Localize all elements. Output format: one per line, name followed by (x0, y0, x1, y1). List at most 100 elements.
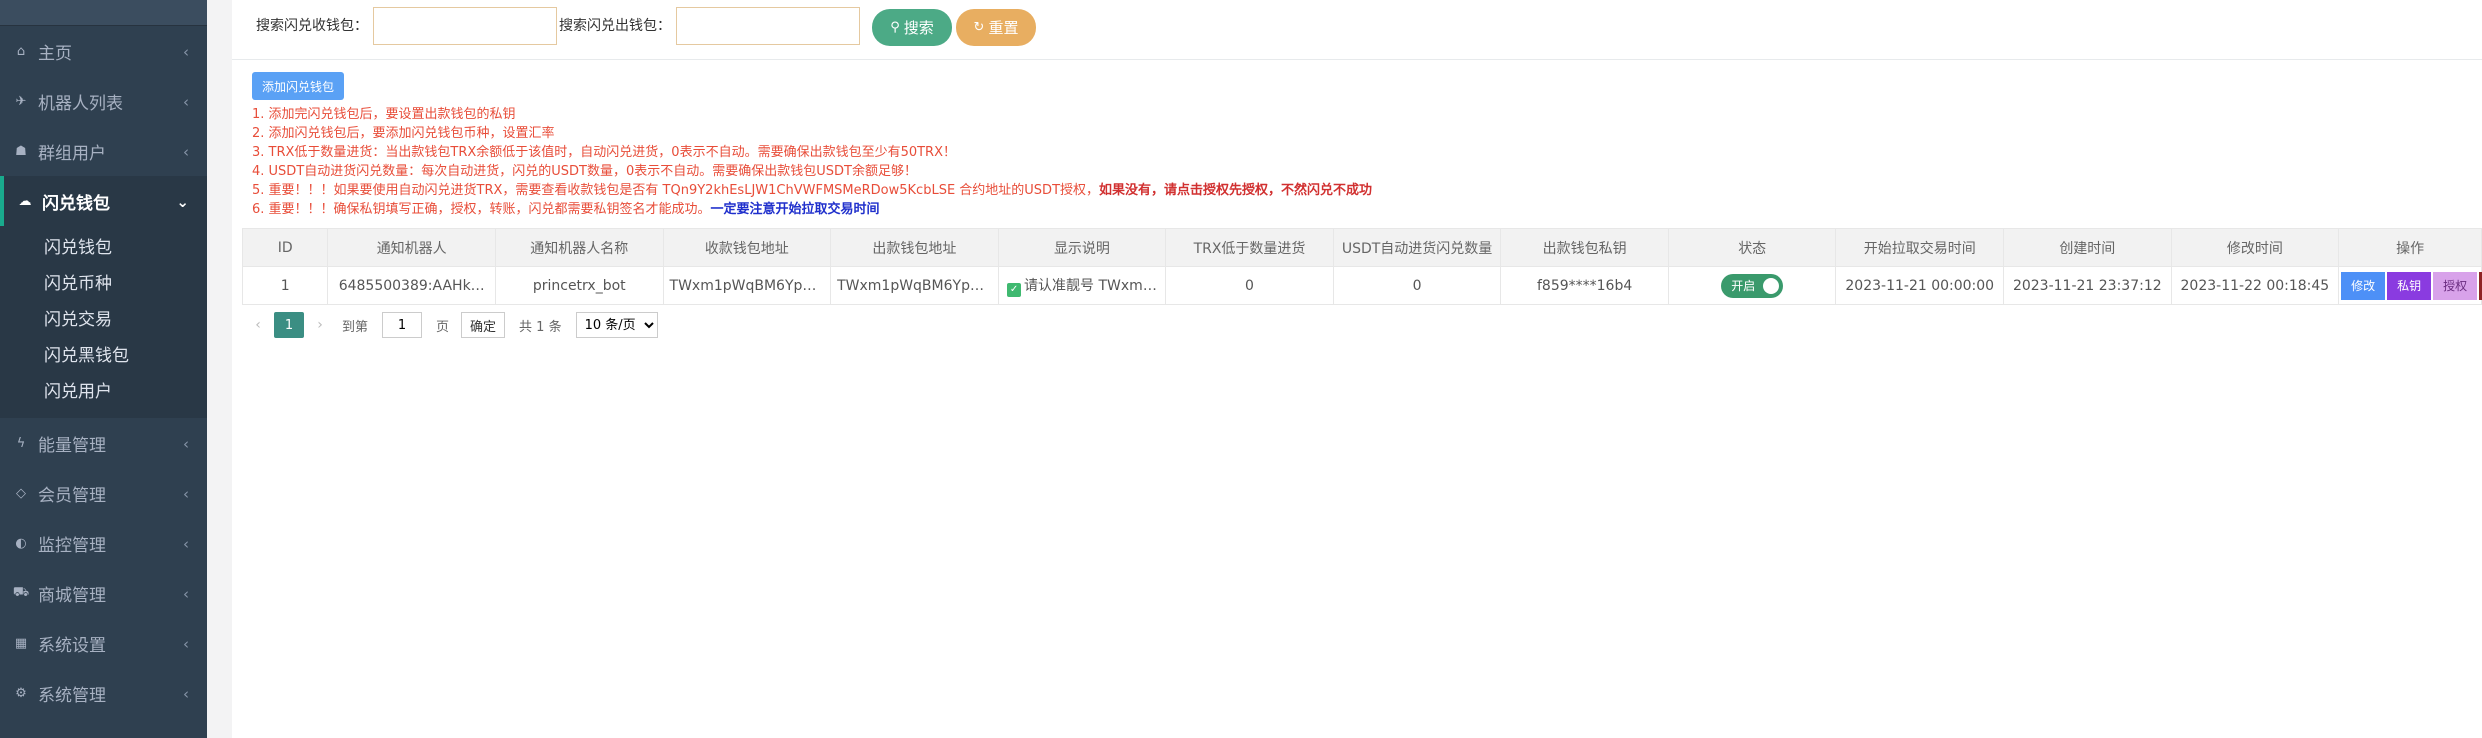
sidebar-item-flash-wallet[interactable]: ☁ 闪兑钱包 ⌄ (0, 176, 207, 226)
row-actions: 修改 私钥 授权 进货 删除 (2341, 271, 2482, 300)
sidebar-item-shop[interactable]: ⛟ 商城管理 ‹ (0, 568, 207, 618)
sidebar-item-members[interactable]: ◇ 会员管理 ‹ (0, 468, 207, 518)
home-icon: ⌂ (16, 43, 26, 59)
page-confirm-button[interactable]: 确定 (461, 312, 506, 338)
col-header-private-key[interactable]: 出款钱包私钥 (1500, 228, 1669, 267)
col-header-created[interactable]: 创建时间 (2003, 228, 2172, 267)
add-wallet-button[interactable]: 添加闪兑钱包 (252, 72, 344, 100)
cell-desc-text: 请认准靓号 TWxm… (1024, 277, 1157, 294)
windows-icon: ▦ (14, 635, 28, 651)
sidebar-submenu: 闪兑钱包 闪兑币种 闪兑交易 闪兑黑钱包 闪兑用户 (0, 226, 207, 418)
cell-id: 1 (241, 266, 329, 305)
col-header-id[interactable]: ID (241, 228, 329, 267)
note-2: 2. 添加闪兑钱包后，要添加闪兑钱包币种，设置汇率 (252, 126, 555, 141)
col-header-send-addr[interactable]: 出款钱包地址 (830, 228, 999, 267)
sidebar-item-label: 系统管理 (38, 685, 106, 706)
refresh-icon: ↻ (973, 20, 985, 35)
sidebar-item-system-admin[interactable]: ⚙ 系统管理 ‹ (0, 668, 207, 718)
sidebar-item-label: 机器人列表 (38, 93, 123, 114)
search-send-input[interactable] (676, 7, 860, 45)
sidebar-item-label: 群组用户 (38, 143, 106, 164)
cell-modified: 2023-11-22 00:18:45 (2170, 266, 2340, 305)
page-jump-input[interactable] (382, 312, 423, 338)
submenu-item-trade[interactable]: 闪兑交易 (0, 302, 207, 338)
content-panel: 搜索闪兑收钱包： 搜索闪兑出钱包： ⚲ 搜索 ↻ 重置 添加闪兑钱包 1. 添加… (232, 0, 2482, 738)
col-header-ops: 操作 (2338, 228, 2482, 267)
sidebar-item-label: 商城管理 (38, 585, 106, 606)
edit-button[interactable]: 修改 (2341, 271, 2386, 300)
col-header-trx-threshold[interactable]: TRX低于数量进货 (1165, 228, 1334, 267)
main-area: 搜索闪兑收钱包： 搜索闪兑出钱包： ⚲ 搜索 ↻ 重置 添加闪兑钱包 1. 添加… (207, 0, 2482, 738)
sidebar-item-robots[interactable]: ✈ 机器人列表 ‹ (0, 76, 207, 126)
sidebar-profile-strip (0, 0, 207, 26)
table-row: 1 6485500389:AAHk… princetrx_bot TWxm1pW… (241, 266, 2482, 305)
plane-icon: ✈ (15, 93, 27, 109)
sidebar-item-system-settings[interactable]: ▦ 系统设置 ‹ (0, 618, 207, 668)
sidebar-item-label: 能量管理 (38, 435, 106, 456)
chevron-left-icon: ‹ (183, 585, 189, 603)
check-icon: ✓ (1007, 282, 1022, 297)
sidebar: ⌂ 主页 ‹ ✈ 机器人列表 ‹ ☗ 群组用户 ‹ ☁ 闪兑钱包 ⌄ 闪兑钱包 (0, 0, 207, 738)
col-header-bot-name[interactable]: 通知机器人名称 (494, 228, 664, 267)
col-header-status[interactable]: 状态 (1667, 228, 1837, 267)
sidebar-item-label: 主页 (38, 43, 72, 64)
col-header-modified[interactable]: 修改时间 (2170, 228, 2340, 267)
note-5: 5. 重要！！！如果要使用自动闪兑进货TRX，需要查看收款钱包是否有 TQn9Y… (252, 181, 1372, 200)
search-button[interactable]: ⚲ 搜索 (872, 9, 952, 46)
toggle-knob (1763, 277, 1780, 294)
submenu-item-blacklist[interactable]: 闪兑黑钱包 (0, 338, 207, 374)
main-gutter (207, 0, 232, 738)
page-size-select[interactable]: 10 条/页 (575, 312, 658, 338)
note-6-emphasis: 一定要注意开始拉取交易时间 (710, 202, 880, 217)
col-header-start-time[interactable]: 开始拉取交易时间 (1835, 228, 2005, 267)
page-current[interactable]: 1 (274, 312, 304, 338)
note-6-text: 6. 重要！！！确保私钥填写正确，授权，转账，闪兑都需要私钥签名才能成功。 (252, 202, 711, 217)
submenu-item-users[interactable]: 闪兑用户 (0, 374, 207, 410)
cell-bot-name: princetrx_bot (494, 266, 664, 305)
sidebar-item-home[interactable]: ⌂ 主页 ‹ (0, 26, 207, 76)
cloud-icon: ☁ (18, 193, 32, 209)
submenu-item-currency[interactable]: 闪兑币种 (0, 266, 207, 302)
sidebar-item-group-users[interactable]: ☗ 群组用户 ‹ (0, 126, 207, 176)
search-icon: ⚲ (890, 20, 900, 35)
search-receive-label: 搜索闪兑收钱包： (256, 18, 368, 34)
authorize-button[interactable]: 授权 (2433, 271, 2478, 300)
table-header-row: ID 通知机器人 通知机器人名称 收款钱包地址 出款钱包地址 显示说明 TRX低… (241, 228, 2482, 267)
prev-page-icon[interactable]: ‹ (248, 317, 268, 333)
cell-bot: 6485500389:AAHk… (327, 266, 496, 305)
app-root: ⌂ 主页 ‹ ✈ 机器人列表 ‹ ☗ 群组用户 ‹ ☁ 闪兑钱包 ⌄ 闪兑钱包 (0, 0, 2482, 738)
status-toggle[interactable]: 开启 (1721, 273, 1784, 298)
submenu-item-wallet[interactable]: 闪兑钱包 (0, 230, 207, 266)
col-header-desc[interactable]: 显示说明 (997, 228, 1167, 267)
monitor-icon: ◐ (15, 535, 27, 551)
cell-trx-threshold: 0 (1165, 266, 1334, 305)
note-3: 3. TRX低于数量进货：当出款钱包TRX余额低于该值时，自动闪兑进货，0表示不… (252, 145, 956, 160)
col-header-bot[interactable]: 通知机器人 (327, 228, 496, 267)
note-4: 4. USDT自动进货闪兑数量：每次自动进货，闪兑的USDT数量，0表示不自动。… (252, 164, 917, 179)
cell-created: 2023-11-21 23:37:12 (2003, 266, 2172, 305)
wallet-table: ID 通知机器人 通知机器人名称 收款钱包地址 出款钱包地址 显示说明 TRX低… (241, 228, 2482, 305)
cell-ops: 修改 私钥 授权 进货 删除 (2338, 266, 2482, 305)
chevron-left-icon: ‹ (183, 143, 189, 161)
search-receive-input[interactable] (373, 7, 557, 45)
next-page-icon[interactable]: › (310, 317, 330, 333)
sidebar-item-label: 会员管理 (38, 485, 106, 506)
page-unit-label: 页 (436, 319, 450, 335)
bolt-icon: ϟ (16, 435, 26, 451)
status-toggle-label: 开启 (1731, 279, 1756, 293)
diamond-icon: ◇ (16, 485, 26, 501)
cell-status: 开启 (1667, 266, 1837, 305)
chevron-left-icon: ‹ (183, 535, 189, 553)
reset-button[interactable]: ↻ 重置 (956, 9, 1036, 46)
sidebar-item-monitor[interactable]: ◐ 监控管理 ‹ (0, 518, 207, 568)
users-icon: ☗ (15, 143, 27, 159)
private-key-button[interactable]: 私钥 (2387, 271, 2432, 300)
pagination: ‹ 1 › 到第 页 确定 共 1 条 10 条/页 (242, 310, 658, 340)
cart-icon: ⛟ (12, 584, 30, 600)
col-header-usdt-amount[interactable]: USDT自动进货闪兑数量 (1332, 228, 1502, 267)
col-header-recv-addr[interactable]: 收款钱包地址 (662, 228, 832, 267)
sidebar-menu: ⌂ 主页 ‹ ✈ 机器人列表 ‹ ☗ 群组用户 ‹ ☁ 闪兑钱包 ⌄ 闪兑钱包 (0, 26, 207, 718)
search-button-label: 搜索 (903, 19, 934, 37)
sidebar-item-energy[interactable]: ϟ 能量管理 ‹ (0, 418, 207, 468)
search-bar: 搜索闪兑收钱包： 搜索闪兑出钱包： ⚲ 搜索 ↻ 重置 (232, 0, 2482, 60)
